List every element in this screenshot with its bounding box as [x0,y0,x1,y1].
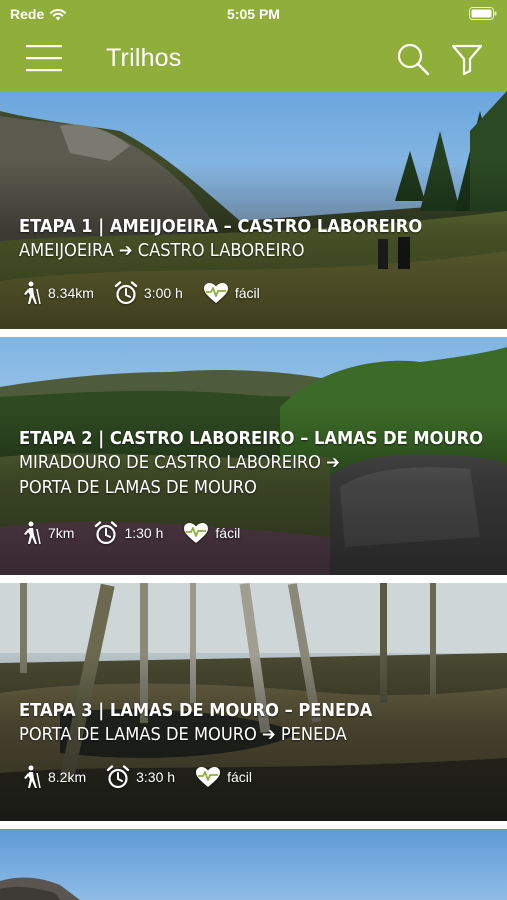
trail-card[interactable] [0,829,507,900]
duration-value: 3:00 h [143,285,183,301]
alarm-clock-icon [114,281,138,305]
difficulty-item: fácil [203,282,260,304]
hamburger-menu-icon[interactable] [26,42,62,74]
trail-stage-title: ETAPA 2 | CASTRO LABOREIRO – LAMAS DE MO… [19,429,484,449]
top-bar: Rede 5:05 PM Trilhos [0,0,507,91]
distance-value: 8.34km [48,285,94,301]
difficulty-value: fácil [234,285,260,301]
trail-route-line: PORTA DE LAMAS DE MOURO [19,478,257,498]
trail-route-line: AMEIJOEIRA ➔ CASTRO LABOREIRO [19,241,305,261]
trail-text: ETAPA 3 | LAMAS DE MOURO – PENEDA PORTA … [19,699,497,748]
trail-meta: 8.34km 3:00 h fácil [22,281,280,305]
heart-pulse-icon [196,767,221,787]
difficulty-value: fácil [215,525,241,541]
alarm-clock-icon [95,521,118,545]
difficulty-value: fácil [227,769,252,785]
difficulty-item: fácil [183,522,240,544]
trail-meta: 8.2km 3:30 h fácil [22,765,272,789]
trail-meta: 7km 1:30 h fácil [22,521,260,545]
trail-card[interactable]: ETAPA 1 | AMEIJOEIRA – CASTRO LABOREIRO … [0,91,507,329]
distance-item: 8.2km [22,765,86,789]
filter-icon[interactable] [450,42,484,76]
trail-stage-title: ETAPA 1 | AMEIJOEIRA – CASTRO LABOREIRO [19,217,423,237]
hiker-icon [24,521,41,545]
heart-pulse-icon [184,523,209,543]
hiker-icon [24,281,41,305]
status-bar: Rede 5:05 PM [0,0,507,28]
distance-item: 8.34km [22,281,94,305]
distance-item: 7km [22,521,74,545]
trail-photo [0,829,507,900]
trail-card[interactable]: ETAPA 2 | CASTRO LABOREIRO – LAMAS DE MO… [0,337,507,575]
trail-card[interactable]: ETAPA 3 | LAMAS DE MOURO – PENEDA PORTA … [0,583,507,821]
search-icon[interactable] [396,42,430,76]
duration-value: 1:30 h [124,525,164,541]
duration-item: 1:30 h [94,521,163,545]
distance-value: 7km [48,525,75,541]
distance-value: 8.2km [48,769,87,785]
trail-stage-title: ETAPA 3 | LAMAS DE MOURO – PENEDA [19,701,373,721]
duration-item: 3:30 h [106,765,175,789]
trail-route-line: MIRADOURO DE CASTRO LABOREIRO ➔ [19,453,340,473]
duration-value: 3:30 h [136,769,176,785]
status-time: 5:05 PM [227,6,280,22]
duration-item: 3:00 h [114,281,183,305]
trail-text: ETAPA 1 | AMEIJOEIRA – CASTRO LABOREIRO … [19,215,497,264]
battery-icon [469,7,497,20]
hiker-icon [24,765,41,789]
page-title: Trilhos [106,44,182,72]
heart-pulse-icon [203,283,228,303]
difficulty-item: fácil [195,766,252,788]
trail-text: ETAPA 2 | CASTRO LABOREIRO – LAMAS DE MO… [19,427,497,501]
alarm-clock-icon [106,765,130,789]
trail-route-line: PORTA DE LAMAS DE MOURO ➔ PENEDA [19,725,347,745]
app-bar: Trilhos [0,28,507,91]
